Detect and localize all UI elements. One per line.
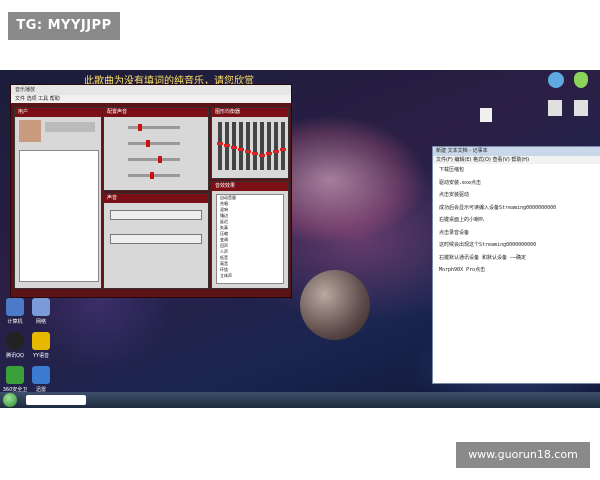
desktop: 此歌曲为没有填词的纯音乐，请您欣赏 计算机 网络 腾讯QQ YY语音 360安全… (0, 70, 600, 408)
desktop-icon-network[interactable]: 网络 (28, 298, 54, 325)
avatar (19, 120, 41, 142)
desktop-icon-computer[interactable]: 计算机 (2, 298, 28, 325)
eq-band-slider[interactable] (266, 122, 272, 170)
desktop-icon-thunder[interactable]: 迅雷 (28, 366, 54, 393)
eq-band-slider[interactable] (252, 122, 258, 170)
desktop-icon-qq[interactable]: 腾讯QQ (2, 332, 28, 359)
network-icon (32, 298, 50, 316)
eq-band-slider[interactable] (280, 122, 286, 170)
user-panel: 用户 (14, 107, 102, 289)
user-panel-header: 用户 (15, 108, 101, 117)
eq-band-slider[interactable] (245, 122, 251, 170)
effects-panel: 音效效果 自动音量 合唱 混响 镶边 延迟 失真 压缩 变调 回声 人声 低音 高音 环绕 立体声 (211, 181, 289, 289)
profile-field[interactable] (45, 122, 95, 132)
eq-band-slider[interactable] (224, 122, 230, 170)
notepad-line: Morph90X Pro点击 (439, 267, 486, 273)
eq-band-slider[interactable] (259, 122, 265, 170)
audio-mixer-window[interactable]: 音乐播放 文件 选项 工具 帮助 用户 配置声音 声音 图形均衡器 音效效果 自… (10, 84, 292, 298)
apple-icon[interactable] (574, 72, 588, 88)
yy-icon (32, 332, 50, 350)
sound-panel: 声音 (103, 193, 209, 289)
mixer-panel: 配置声音 (103, 107, 209, 191)
notepad-line: 驱动安装.exe点击 (439, 179, 482, 186)
sound-select-2[interactable] (110, 234, 202, 244)
effects-panel-header: 音效效果 (212, 182, 288, 191)
notepad-line: 下载压缩包 (439, 167, 465, 173)
computer-icon (6, 298, 24, 316)
device-list[interactable] (19, 150, 99, 282)
document-icon[interactable] (574, 100, 588, 116)
start-button[interactable] (3, 393, 17, 407)
effects-list[interactable]: 自动音量 合唱 混响 镶边 延迟 失真 压缩 变调 回声 人声 低音 高音 环绕 立体声 (216, 194, 284, 284)
notepad-title: 新建 文本文档 - 记事本 (433, 147, 600, 156)
site-watermark: www.guorun18.com (456, 442, 590, 468)
desktop-icon-right-1[interactable] (548, 72, 564, 88)
desktop-icon-yy[interactable]: YY语音 (28, 332, 54, 359)
mixer-panel-header: 配置声音 (104, 108, 208, 117)
qq-icon (6, 332, 24, 350)
eq-band-slider[interactable] (217, 122, 223, 170)
mixer-fader-4[interactable] (128, 172, 180, 179)
eq-band-slider[interactable] (238, 122, 244, 170)
notepad-line: 点击安装驱动 (439, 192, 470, 198)
notepad-window[interactable]: 新建 文本文档 - 记事本 文件(F) 编辑(E) 格式(O) 查看(V) 帮助… (432, 146, 600, 384)
mixer-fader-1[interactable] (128, 124, 180, 131)
notepad-menu[interactable]: 文件(F) 编辑(E) 格式(O) 查看(V) 帮助(H) (433, 156, 600, 164)
notepad-line: 这时候会出现这个Streaming0000000000 (439, 242, 537, 248)
tg-badge: TG: MYYJJPP (8, 12, 120, 40)
mixer-fader-3[interactable] (128, 156, 180, 163)
notepad-text-area[interactable]: 下载压缩包驱动安装.exe点击 点击安装驱动成功后会显示可读编入设备Streami… (433, 164, 600, 281)
equalizer-panel-header: 图形均衡器 (212, 108, 288, 117)
search-input[interactable] (26, 395, 86, 405)
equalizer-panel: 图形均衡器 (211, 107, 289, 179)
document-icon[interactable] (480, 108, 492, 122)
eq-band-slider[interactable] (231, 122, 237, 170)
sound-select-1[interactable] (110, 210, 202, 220)
window-menubar[interactable]: 文件 选项 工具 帮助 (11, 95, 291, 103)
taskbar (0, 392, 600, 408)
eq-band-slider[interactable] (273, 122, 279, 170)
shield-icon (6, 366, 24, 384)
sound-panel-header: 声音 (104, 194, 208, 203)
document-icon[interactable] (548, 100, 562, 116)
window-titlebar: 音乐播放 (11, 85, 291, 95)
planet-wallpaper (300, 270, 370, 340)
mixer-fader-2[interactable] (128, 140, 180, 147)
effect-item[interactable]: 立体声 (217, 273, 283, 279)
notepad-line: 成功后会显示可读编入设备Streaming0000000000 (439, 204, 557, 211)
notepad-line: 点击录音设备 (439, 229, 470, 236)
thunder-icon (32, 366, 50, 384)
notepad-line: 右键默认通讯设备 和默认设备 ——确定 (439, 254, 527, 261)
notepad-line: 右键桌面上的小喇叭 (439, 217, 485, 223)
